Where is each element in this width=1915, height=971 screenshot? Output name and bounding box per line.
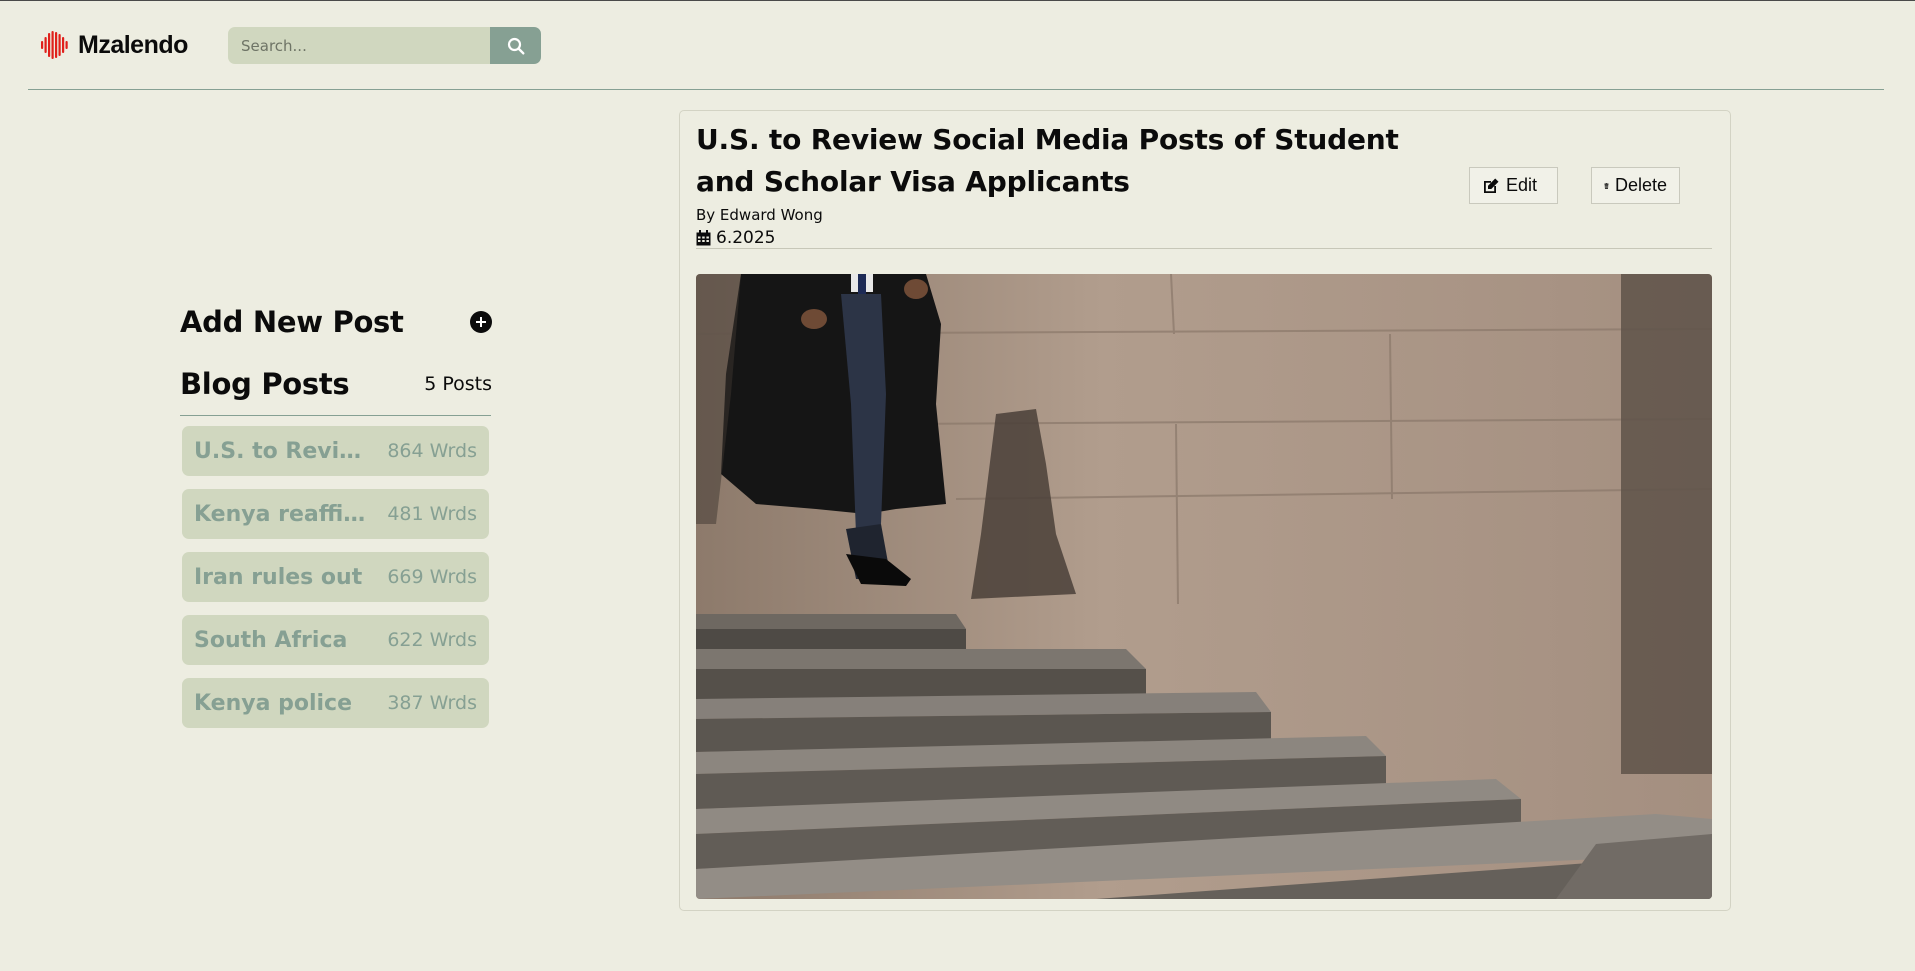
blog-posts-heading: Blog Posts — [180, 367, 350, 401]
article-divider — [696, 248, 1712, 249]
post-word-count: 481 Wrds — [387, 503, 477, 525]
edit-label: Edit — [1506, 175, 1538, 195]
search-bar — [228, 27, 541, 64]
article-image — [696, 274, 1712, 899]
calendar-icon — [696, 230, 711, 246]
delete-label: Delete — [1614, 175, 1667, 195]
search-input[interactable] — [228, 27, 490, 64]
post-word-count: 669 Wrds — [387, 566, 477, 588]
article-photo — [696, 274, 1712, 899]
post-list-item[interactable]: Iran rules out 669 Wrds — [182, 552, 489, 602]
add-new-post-heading: Add New Post — [180, 305, 404, 339]
article-date-text: 6.2025 — [716, 228, 776, 248]
sidebar: Add New Post Blog Posts 5 Posts U.S. to … — [180, 301, 492, 741]
article-author: By Edward Wong — [696, 206, 823, 224]
post-word-count: 864 Wrds — [387, 440, 477, 462]
post-title: Iran rules out — [194, 564, 363, 590]
plus-icon — [476, 317, 486, 327]
brand-name: Mzalendo — [78, 30, 188, 59]
article-title: U.S. to Review Social Media Posts of Stu… — [696, 123, 1399, 198]
blog-posts-header: Blog Posts 5 Posts — [180, 363, 492, 405]
sidebar-divider — [180, 415, 491, 416]
delete-button[interactable]: Delete — [1591, 167, 1680, 204]
search-button[interactable] — [490, 27, 541, 64]
add-post-button[interactable] — [470, 311, 492, 333]
brand-logo[interactable]: Mzalendo — [40, 30, 188, 60]
edit-icon — [1484, 178, 1499, 193]
post-title: Kenya reaffirms — [194, 501, 374, 527]
edit-button[interactable]: Edit — [1469, 167, 1558, 204]
post-list-item[interactable]: Kenya police 387 Wrds — [182, 678, 489, 728]
post-list-item[interactable]: South Africa 622 Wrds — [182, 615, 489, 665]
trash-icon — [1604, 182, 1609, 189]
post-list-item[interactable]: U.S. to Review Social Media Posts of Stu… — [182, 426, 489, 476]
article-date: 6.2025 — [696, 228, 775, 248]
soundwave-logo-icon — [41, 31, 68, 59]
post-title: U.S. to Review Social Media Posts of Stu… — [194, 438, 374, 464]
add-new-post-row: Add New Post — [180, 301, 492, 343]
post-list-item[interactable]: Kenya reaffirms 481 Wrds — [182, 489, 489, 539]
post-title: South Africa — [194, 627, 348, 653]
post-word-count: 622 Wrds — [387, 629, 477, 651]
search-icon — [507, 37, 524, 54]
post-word-count: 387 Wrds — [387, 692, 477, 714]
article-card: U.S. to Review Social Media Posts of Stu… — [679, 110, 1731, 911]
post-title: Kenya police — [194, 690, 352, 716]
post-count: 5 Posts — [424, 373, 492, 395]
header-divider — [28, 89, 1884, 90]
post-list: U.S. to Review Social Media Posts of Stu… — [180, 426, 492, 728]
